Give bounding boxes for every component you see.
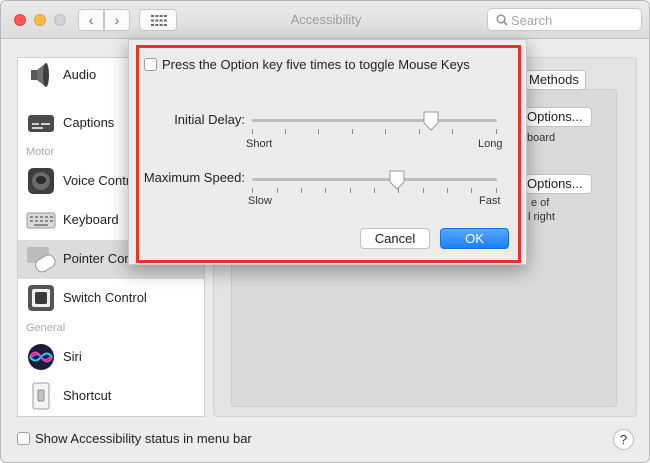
section-header-general: General [26,322,66,334]
title-bar: ‹ › Accessibility Search [1,1,649,39]
show-status-checkbox[interactable] [17,432,30,445]
voice-control-icon [28,168,54,194]
preferences-window: ‹ › Accessibility Search Audio Captions … [0,0,650,463]
search-field[interactable]: Search [487,8,642,31]
pane-description-3: l right [528,211,555,223]
siri-icon [28,344,54,370]
sidebar-item-label: Switch Control [63,290,147,305]
sidebar-item-label: Siri [63,349,82,364]
sidebar-item-label: Shortcut [63,388,112,403]
pane-description-1: board [527,132,556,144]
captions-icon [28,115,54,132]
sidebar-item-switch-control[interactable]: Switch Control [18,279,204,318]
pane-description-2: e of [531,197,550,209]
sidebar-item-shortcut[interactable]: Shortcut [18,377,204,416]
shortcut-icon [32,382,50,410]
sidebar-item-label: Keyboard [63,212,119,227]
keyboard-icon [26,212,56,229]
show-status-label: Show Accessibility status in menu bar [35,431,252,446]
speaker-icon [31,63,49,87]
search-placeholder: Search [511,13,553,28]
highlight-annotation-box [136,45,521,263]
switch-control-icon [28,285,54,311]
help-button[interactable]: ? [613,429,634,450]
search-icon [496,14,508,26]
sidebar-item-label: Captions [63,115,115,130]
pointer-control-icon [27,247,56,273]
sidebar-item-label: Audio [63,67,97,82]
options-button-label: Options... [527,109,583,124]
section-header-motor: Motor [26,146,55,158]
sidebar-item-siri[interactable]: Siri [18,338,204,377]
options-button-label: Options... [527,176,583,191]
methods-button-label: Methods [529,72,579,87]
